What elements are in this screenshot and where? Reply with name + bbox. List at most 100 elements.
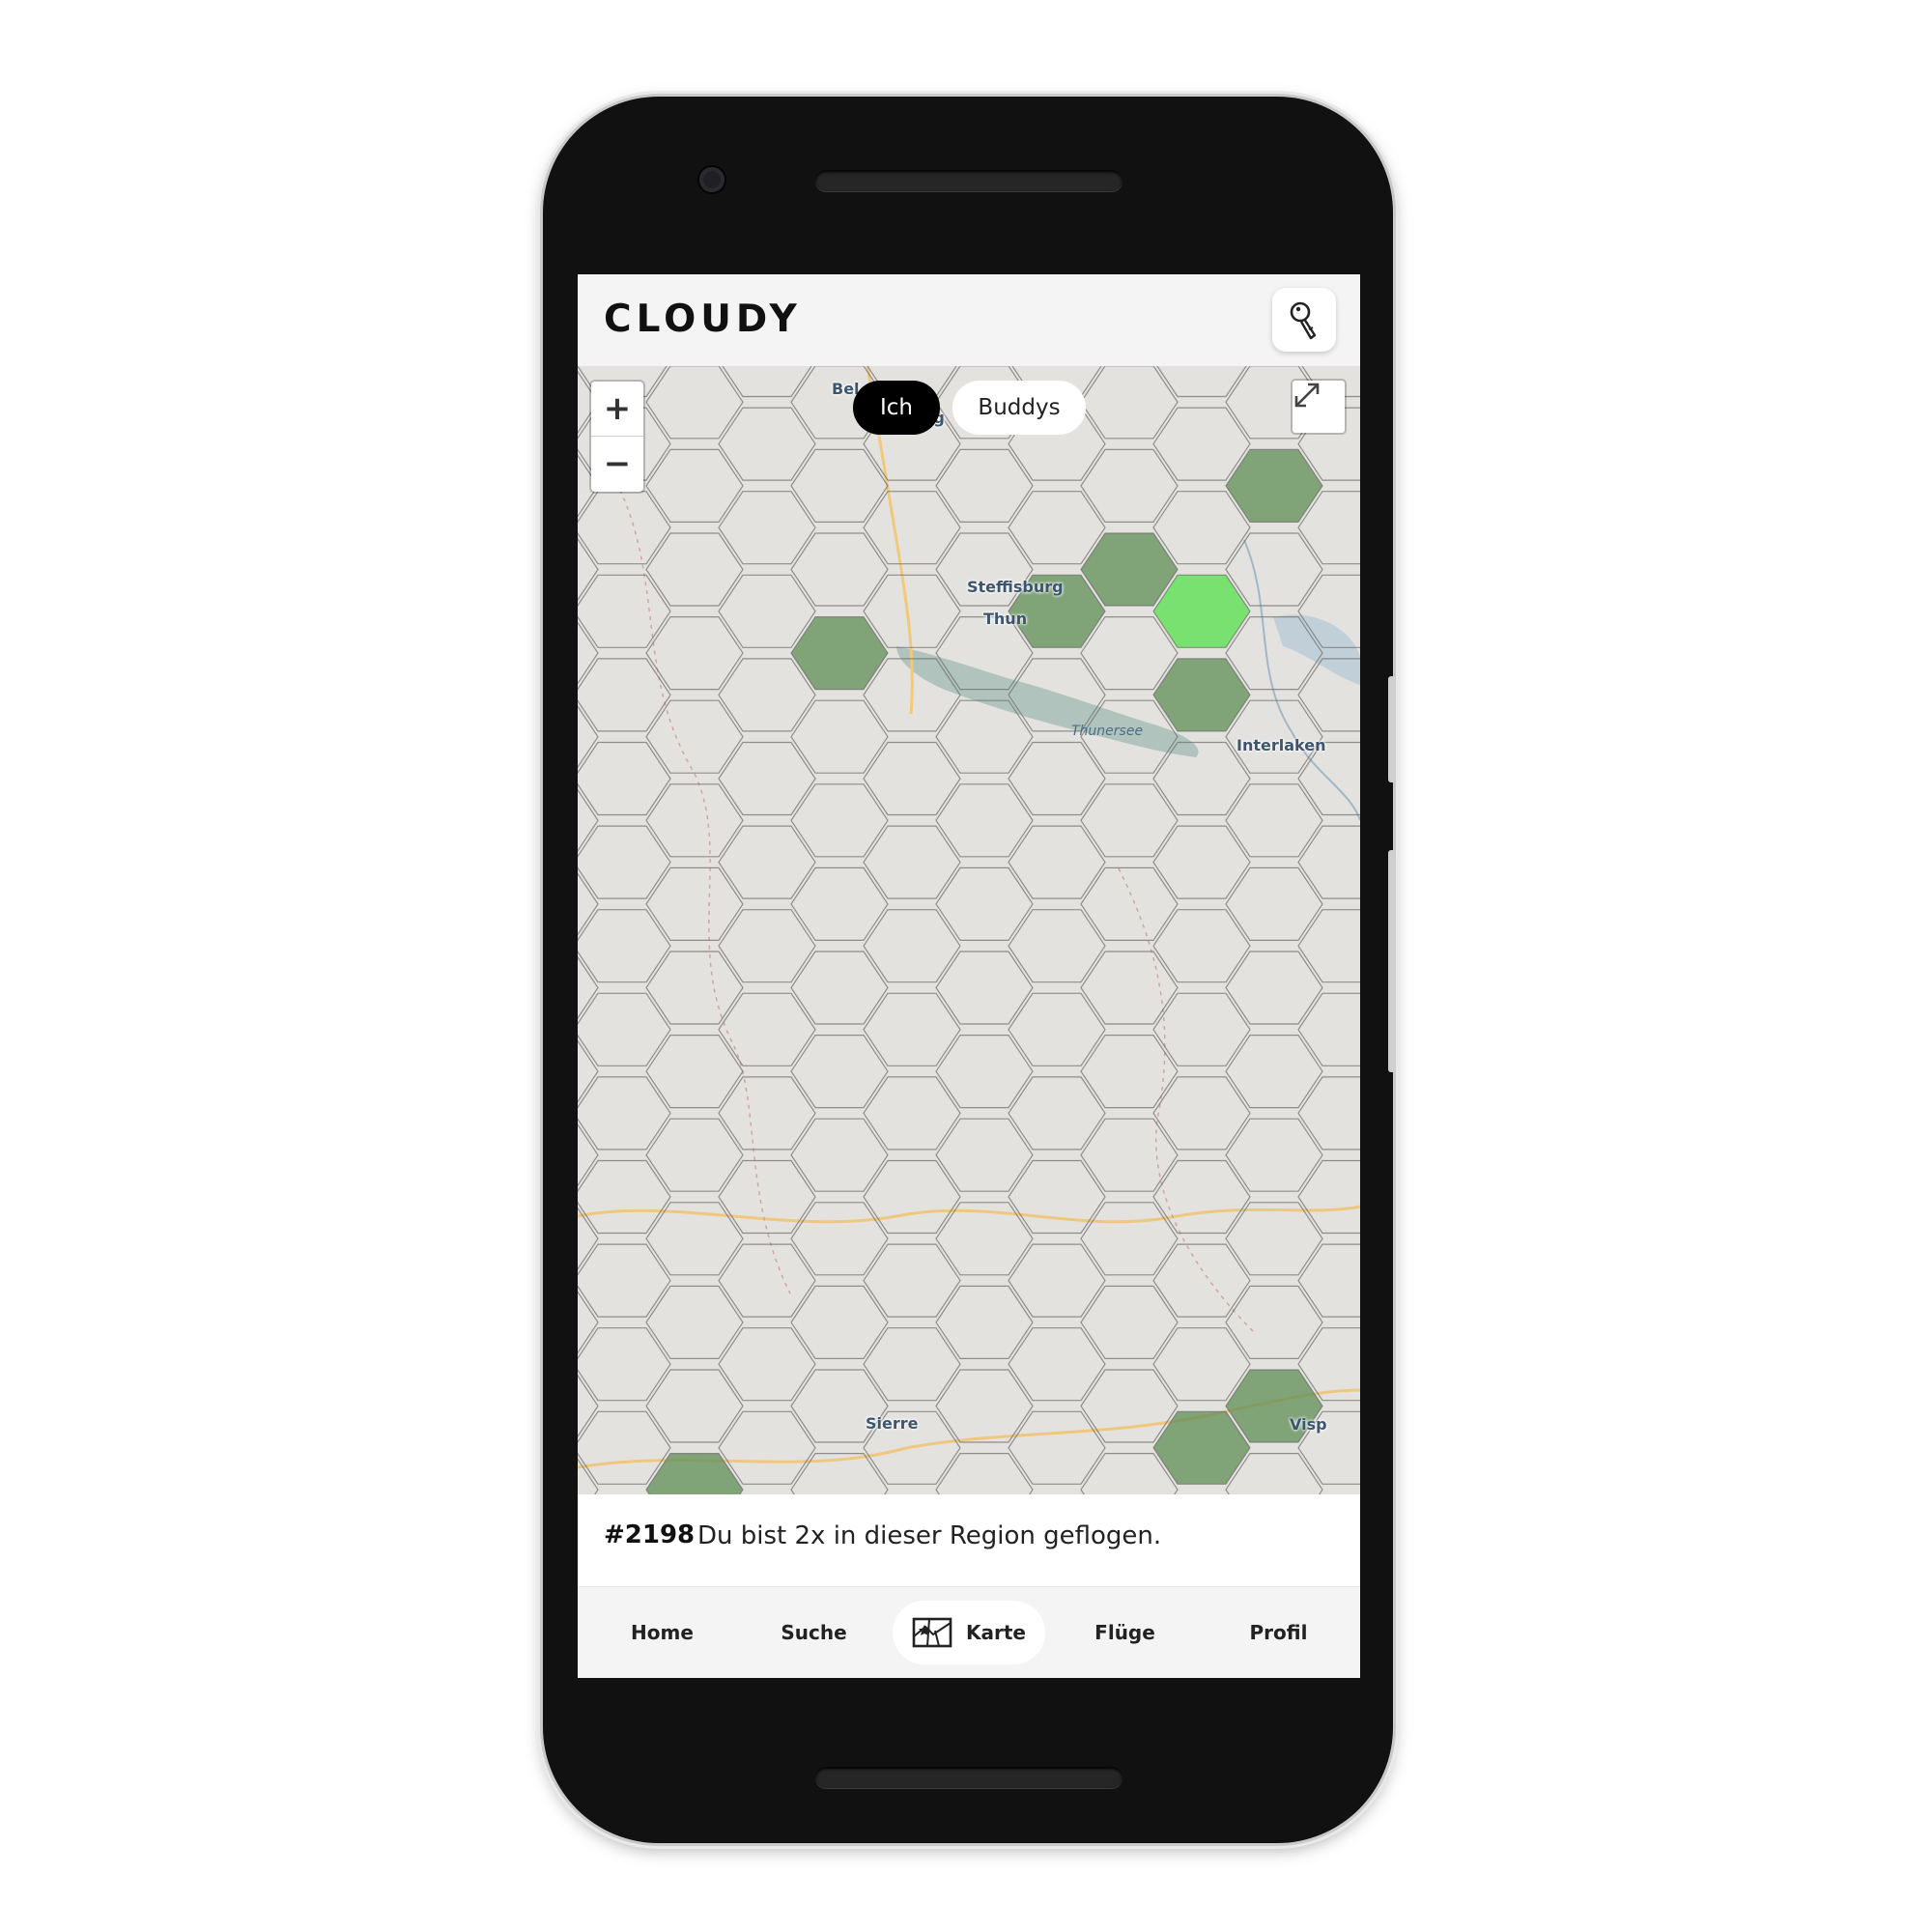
hex-cell[interactable] (935, 1369, 1034, 1443)
hex-cell[interactable] (578, 952, 599, 1024)
hex-cell[interactable] (578, 867, 599, 940)
hex-cell[interactable] (578, 1410, 671, 1485)
hex-cell[interactable] (1008, 1243, 1106, 1318)
hex-cell[interactable] (1080, 1285, 1179, 1360)
hex-cell[interactable] (1008, 1076, 1106, 1151)
hex-cell[interactable] (645, 1285, 744, 1360)
nav-map[interactable]: Karte (893, 1601, 1045, 1664)
hex-cell-visited[interactable] (1152, 658, 1251, 732)
hex-cell[interactable] (790, 951, 889, 1025)
hex-cell[interactable] (578, 617, 599, 690)
hex-cell[interactable] (578, 1286, 599, 1358)
hex-cell[interactable] (1297, 909, 1360, 983)
hex-cell[interactable] (790, 448, 889, 523)
hex-cell[interactable] (645, 867, 744, 942)
hex-cell[interactable] (935, 1285, 1034, 1360)
hex-cell[interactable] (863, 825, 961, 899)
hex-cell[interactable] (718, 825, 816, 899)
hex-cell[interactable] (1225, 867, 1323, 942)
hex-cell[interactable] (1152, 1159, 1251, 1235)
hex-cell[interactable] (718, 491, 816, 565)
hex-cell[interactable] (578, 658, 671, 732)
hex-cell[interactable] (1297, 992, 1360, 1066)
nav-home[interactable]: Home (616, 1601, 708, 1664)
hex-cell[interactable] (578, 1327, 671, 1402)
hex-cell[interactable] (645, 448, 744, 523)
toggle-me-button[interactable]: Ich (853, 381, 940, 435)
hex-cell[interactable] (1297, 1243, 1360, 1318)
hex-cell[interactable] (718, 909, 816, 983)
hex-cell[interactable] (1008, 909, 1106, 983)
hex-cell[interactable] (1080, 1202, 1179, 1276)
hex-cell[interactable] (578, 700, 599, 773)
hex-cell[interactable] (1080, 867, 1179, 942)
hex-cell[interactable] (935, 1452, 1034, 1494)
hex-cell[interactable] (578, 825, 671, 899)
hex-cell[interactable] (1080, 1034, 1179, 1109)
hex-cell[interactable] (719, 366, 815, 398)
hex-cell[interactable] (863, 1327, 961, 1402)
hex-cell[interactable] (935, 867, 1034, 942)
hex-map[interactable]: Bel ng Steffisburg Thun Thunersee Interl… (578, 366, 1360, 1494)
hex-cell-visited[interactable] (1225, 448, 1323, 523)
hex-cell[interactable] (1152, 407, 1251, 481)
hex-cell[interactable] (1297, 1159, 1360, 1235)
hex-cell[interactable] (1152, 1076, 1251, 1151)
hex-cell[interactable] (935, 1118, 1034, 1192)
hex-cell[interactable] (645, 699, 744, 774)
hex-cell[interactable] (718, 1243, 816, 1318)
hex-cell[interactable] (718, 741, 816, 816)
nav-flights[interactable]: Flüge (1079, 1601, 1171, 1664)
hex-cell[interactable] (578, 1370, 599, 1442)
hex-cell[interactable] (578, 1076, 671, 1151)
hex-cell[interactable] (645, 951, 744, 1025)
hex-cell[interactable] (645, 366, 744, 440)
hex-cell[interactable] (935, 783, 1034, 858)
hex-cell[interactable] (935, 448, 1034, 523)
hex-cell[interactable] (1008, 992, 1106, 1066)
hex-cell[interactable] (645, 616, 744, 691)
hex-cell[interactable] (1225, 532, 1323, 607)
hex-cell[interactable] (1152, 491, 1251, 565)
hex-cell-visited[interactable] (790, 616, 889, 691)
hex-cell[interactable] (863, 574, 961, 648)
hex-cell[interactable] (718, 1327, 816, 1402)
hex-cell[interactable] (645, 1034, 744, 1109)
hex-cell[interactable] (718, 992, 816, 1066)
hex-cell[interactable] (578, 574, 671, 648)
hex-cell[interactable] (935, 951, 1034, 1025)
hex-cell[interactable] (1297, 825, 1360, 899)
toggle-buddys-button[interactable]: Buddys (952, 381, 1086, 435)
hex-cell[interactable] (1297, 1076, 1360, 1151)
hex-cell[interactable] (578, 992, 671, 1066)
nav-profile[interactable]: Profil (1233, 1601, 1324, 1664)
hex-cell[interactable] (1225, 1285, 1323, 1360)
hex-cell[interactable] (1152, 1327, 1251, 1402)
hex-cell[interactable] (790, 783, 889, 858)
hex-cell[interactable] (1152, 992, 1251, 1066)
hex-cell-highlight[interactable] (1152, 574, 1251, 648)
hex-cell[interactable] (935, 1034, 1034, 1109)
hex-cell[interactable] (1080, 951, 1179, 1025)
hex-cell[interactable] (1008, 491, 1106, 565)
hex-cell[interactable] (578, 1243, 671, 1318)
hex-cell[interactable] (718, 1410, 816, 1485)
hex-cell[interactable] (790, 532, 889, 607)
hex-cell[interactable] (1080, 783, 1179, 858)
hex-cell[interactable] (1008, 741, 1106, 816)
hex-cell[interactable] (863, 1243, 961, 1318)
hex-cell[interactable] (578, 1119, 599, 1191)
hex-cell[interactable] (578, 1159, 671, 1235)
hex-cell[interactable] (645, 1118, 744, 1192)
hex-cell[interactable] (1225, 1118, 1323, 1192)
hex-cell[interactable] (790, 699, 889, 774)
hex-cell[interactable] (1008, 825, 1106, 899)
hex-cell-visited[interactable] (1080, 532, 1179, 607)
hex-cell[interactable] (790, 1034, 889, 1109)
hex-cell[interactable] (1153, 366, 1250, 398)
nav-search[interactable]: Suche (768, 1601, 860, 1664)
hex-cell[interactable] (790, 1118, 889, 1192)
hex-cell[interactable] (718, 1076, 816, 1151)
hex-cell[interactable] (863, 992, 961, 1066)
hex-cell[interactable] (1225, 951, 1323, 1025)
